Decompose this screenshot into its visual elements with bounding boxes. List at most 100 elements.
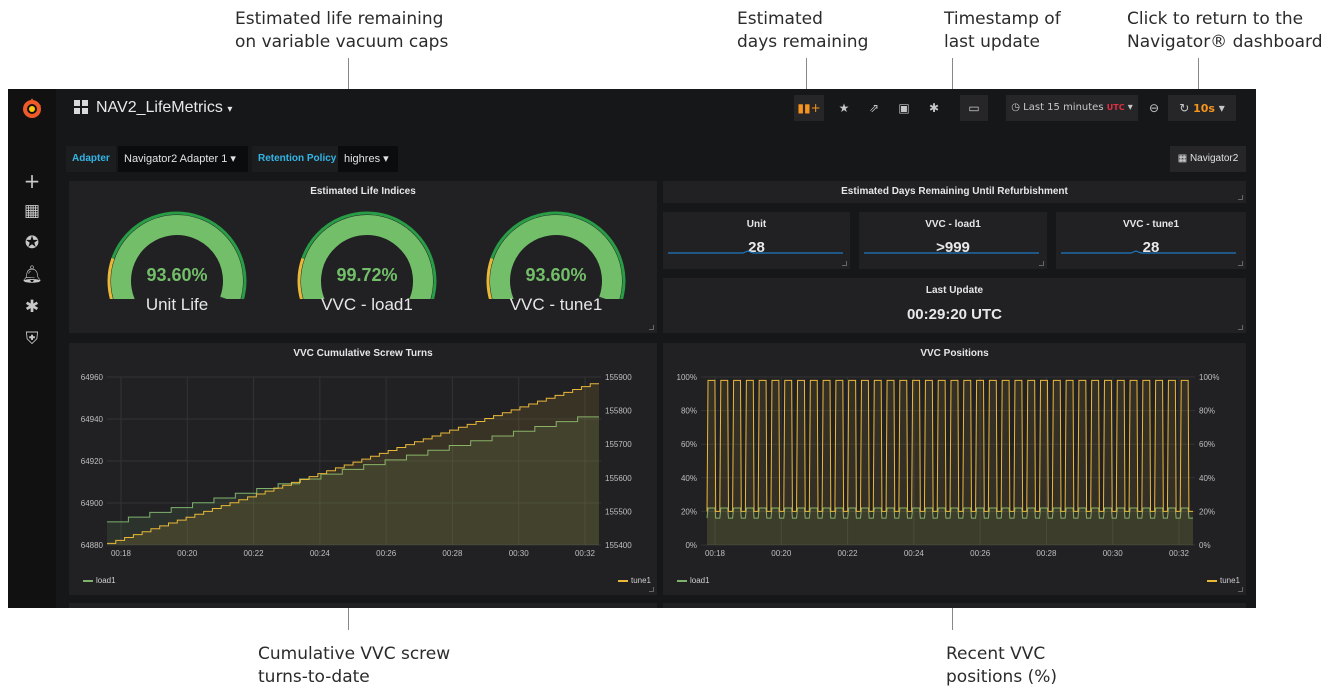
- resize-handle[interactable]: [649, 587, 654, 592]
- legend-item[interactable]: load1: [677, 576, 710, 585]
- y2-tick-label: 40%: [1199, 474, 1215, 483]
- refresh-icon: ↻: [1179, 101, 1190, 115]
- resize-handle[interactable]: [1238, 261, 1243, 266]
- refresh-interval: 10s: [1193, 102, 1215, 115]
- resize-handle[interactable]: [1238, 195, 1243, 200]
- resize-handle[interactable]: [1039, 261, 1044, 266]
- adapter-variable-select[interactable]: Navigator2 Adapter 1 ▾: [118, 146, 248, 172]
- y-tick-label: 64960: [81, 373, 104, 382]
- y2-tick-label: 80%: [1199, 407, 1215, 416]
- zoom-out-icon[interactable]: ⊖: [1142, 95, 1166, 121]
- legend-item[interactable]: tune1: [617, 576, 651, 585]
- y2-tick-label: 100%: [1199, 373, 1219, 382]
- gauge-fill: [301, 215, 433, 320]
- x-tick-label: 00:24: [310, 549, 331, 558]
- add-panel-icon[interactable]: ▮▮+: [794, 95, 824, 121]
- y-tick-label: 64900: [81, 499, 104, 508]
- y-tick-label: 64880: [81, 541, 104, 550]
- panel-title: VVC Cumulative Screw Turns: [293, 348, 433, 359]
- clock-icon: ◷: [1011, 102, 1020, 113]
- gauge-value: 93.60%: [525, 265, 587, 285]
- x-tick-label: 00:28: [442, 549, 463, 558]
- resize-handle[interactable]: [1238, 587, 1243, 592]
- y-tick-label: 64940: [81, 415, 104, 424]
- resize-handle[interactable]: [842, 261, 847, 266]
- y-tick-label: 80%: [681, 407, 697, 416]
- y2-tick-label: 155500: [605, 507, 632, 516]
- tv-mode-icon[interactable]: ▭: [960, 95, 988, 121]
- grafana-logo-icon[interactable]: [20, 97, 44, 121]
- x-tick-label: 00:18: [705, 549, 726, 558]
- y2-tick-label: 155900: [605, 373, 632, 382]
- x-tick-label: 00:32: [1169, 549, 1190, 558]
- settings-icon[interactable]: ✱: [920, 95, 948, 121]
- adapter-variable-label: Adapter: [66, 146, 116, 172]
- resize-handle[interactable]: [1238, 325, 1243, 330]
- x-tick-label: 00:28: [1036, 549, 1057, 558]
- refresh-button[interactable]: ↻ 10s ▾: [1168, 95, 1236, 121]
- y2-tick-label: 60%: [1199, 440, 1215, 449]
- resize-handle[interactable]: [649, 325, 654, 330]
- star-icon[interactable]: ★: [830, 95, 858, 121]
- x-tick-label: 00:30: [1103, 549, 1124, 558]
- stat-panel-tune1: VVC - tune1 28: [1056, 212, 1246, 269]
- timezone-badge: UTC: [1106, 103, 1125, 112]
- annotation-screw-turns: Cumulative VVC screw turns-to-date: [258, 644, 451, 687]
- y2-tick-label: 155600: [605, 474, 632, 483]
- panel-title: VVC Positions: [920, 348, 989, 359]
- top-navbar: NAV2_LifeMetrics ▾ ▮▮+ ★ ⇗ ▣ ✱ ▭ ◷ Last …: [56, 89, 1256, 129]
- last-update-value: 00:29:20 UTC: [906, 306, 1003, 323]
- y2-tick-label: 20%: [1199, 507, 1215, 516]
- annotation-timestamp: Timestamp of last update: [944, 9, 1061, 52]
- gauge-fill: [490, 215, 622, 320]
- x-tick-label: 00:26: [376, 549, 397, 558]
- vvc-positions-panel: VVC Positions 100% 80% 60% 40% 20% 0% 100% 80% 6…: [663, 343, 1246, 595]
- y2-tick-label: 155700: [605, 440, 632, 449]
- x-tick-label: 00:18: [111, 549, 132, 558]
- compass-icon[interactable]: ✪: [20, 233, 44, 253]
- time-range-label: Last 15 minutes: [1023, 102, 1104, 113]
- dashboard-title[interactable]: NAV2_LifeMetrics ▾: [96, 99, 232, 117]
- gauge-fill: [111, 215, 243, 320]
- gear-icon[interactable]: ✱: [20, 297, 44, 317]
- retention-variable-label: Retention Policy: [252, 146, 343, 172]
- plus-icon[interactable]: +: [20, 169, 44, 193]
- x-tick-label: 00:22: [244, 549, 265, 558]
- y-tick-label: 60%: [681, 440, 697, 449]
- x-tick-label: 00:26: [970, 549, 991, 558]
- shield-icon[interactable]: ⛨: [20, 329, 44, 349]
- y-tick-label: 40%: [681, 474, 697, 483]
- annotation-navigator-return: Click to return to the Navigator® dashbo…: [1127, 9, 1323, 52]
- gauge: 99.72% VVC - load1: [292, 209, 442, 334]
- y2-tick-label: 0%: [1199, 541, 1211, 550]
- y-tick-label: 20%: [681, 507, 697, 516]
- navigator2-link-button[interactable]: ▦ Navigator2: [1170, 146, 1246, 172]
- dashboard-grid-icon: ▦: [1177, 153, 1188, 164]
- x-tick-label: 00:30: [509, 549, 530, 558]
- stat-sparkline: [864, 252, 1039, 254]
- annotation-days-remaining: Estimated days remaining: [737, 9, 869, 52]
- days-remaining-header-panel: Estimated Days Remaining Until Refurbish…: [663, 181, 1246, 203]
- screw-turns-panel: VVC Cumulative Screw Turns 64960 64940 649…: [69, 343, 657, 595]
- grafana-dashboard: + ▦ ✪ 🔔︎ ✱ ⛨ NAV2_LifeMetrics ▾ ▮▮+ ★ ⇗ …: [8, 89, 1256, 608]
- dashboards-icon[interactable]: ▦: [20, 201, 44, 221]
- share-icon[interactable]: ⇗: [860, 95, 888, 121]
- x-tick-label: 00:22: [838, 549, 859, 558]
- stat-sparkline: [668, 250, 843, 254]
- panel-title: Estimated Days Remaining Until Refurbish…: [841, 186, 1068, 197]
- time-range-picker[interactable]: ◷ Last 15 minutes UTC ▾: [1006, 95, 1138, 121]
- gauge: 93.60% VVC - tune1: [481, 209, 631, 334]
- legend-item[interactable]: tune1: [1206, 576, 1240, 585]
- legend-item[interactable]: load1: [83, 576, 116, 585]
- y-tick-label: 100%: [677, 373, 697, 382]
- stat-panel-load1: VVC - load1 >999: [859, 212, 1047, 269]
- save-icon[interactable]: ▣: [890, 95, 918, 121]
- gauge-value: 93.60%: [146, 265, 208, 285]
- panel-stub: [663, 603, 1246, 608]
- bell-icon[interactable]: 🔔︎: [20, 265, 44, 285]
- y-tick-label: 64920: [81, 457, 104, 466]
- gauge-label: VVC - tune1: [509, 295, 603, 314]
- gauge: 93.60% Unit Life: [102, 209, 252, 334]
- last-update-panel: Last Update 00:29:20 UTC: [663, 278, 1246, 333]
- retention-variable-select[interactable]: highres ▾: [338, 146, 398, 172]
